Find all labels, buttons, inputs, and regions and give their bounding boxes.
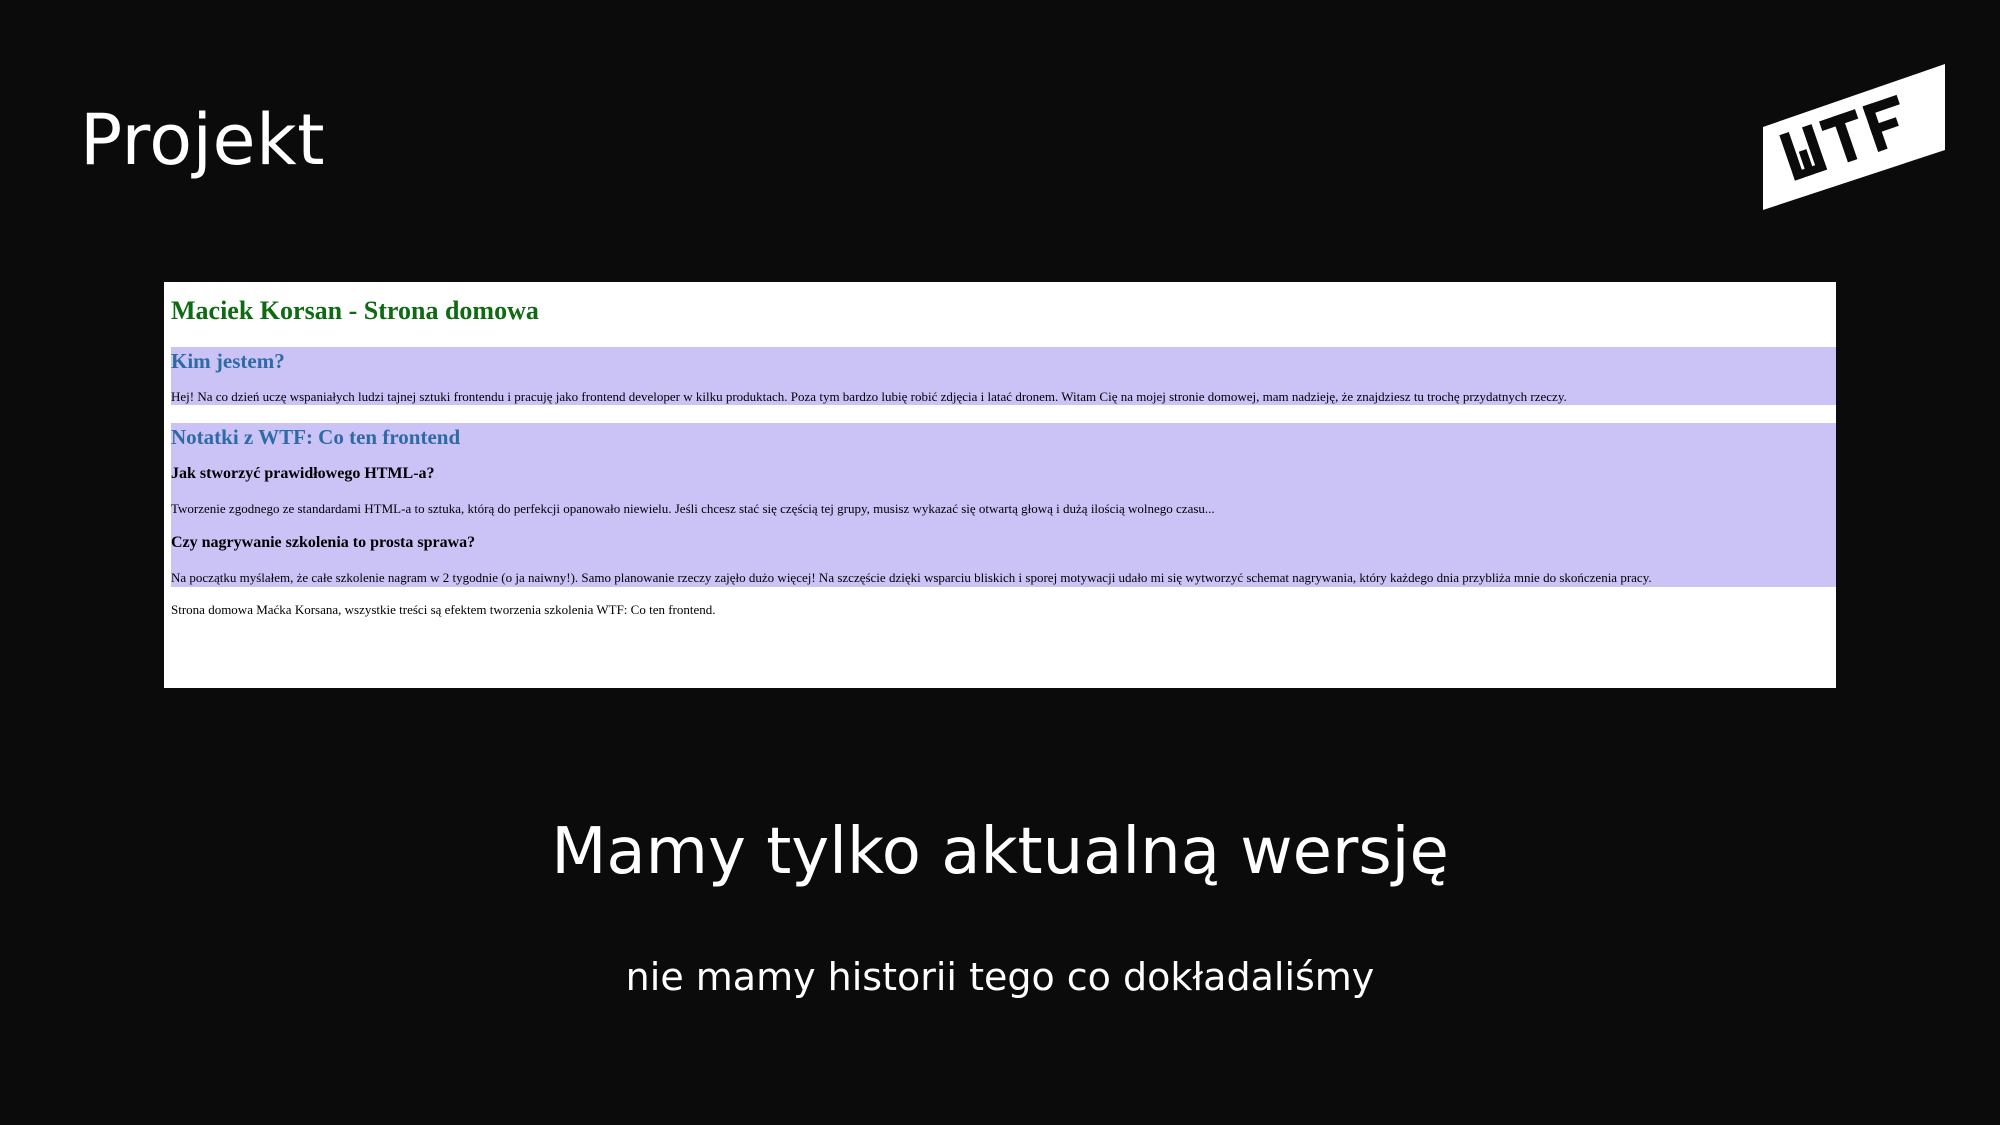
slide: Projekt Maciek Korsan - Strona domowa Ki… <box>0 0 2000 1125</box>
wtf-logo-icon <box>1763 64 1945 210</box>
note-2-heading: Czy nagrywanie szkolenia to prosta spraw… <box>171 534 476 551</box>
slide-title: Projekt <box>80 99 326 181</box>
note-1-heading: Jak stworzyć prawidłowego HTML-a? <box>171 465 435 482</box>
note-2-text: Na początku myślałem, że całe szkolenie … <box>171 570 1652 585</box>
note-1-text: Tworzenie zgodnego ze standardami HTML-a… <box>171 501 1215 516</box>
notes-section: Notatki z WTF: Co ten frontend Jak stwor… <box>171 423 1836 587</box>
embedded-page-title: Maciek Korsan - Strona domowa <box>171 296 539 325</box>
subline: nie mamy historii tego co dokładaliśmy <box>625 955 1375 999</box>
wtf-logo <box>1755 60 1955 220</box>
headline: Mamy tylko aktualną wersję <box>551 815 1449 889</box>
embedded-webpage-screenshot: Maciek Korsan - Strona domowa Kim jestem… <box>164 282 1836 688</box>
about-section: Kim jestem? Hej! Na co dzień uczę wspani… <box>171 347 1836 405</box>
about-heading: Kim jestem? <box>171 349 285 373</box>
embedded-footer: Strona domowa Maćka Korsana, wszystkie t… <box>171 602 716 617</box>
notes-heading: Notatki z WTF: Co ten frontend <box>171 425 461 449</box>
about-text: Hej! Na co dzień uczę wspaniałych ludzi … <box>171 389 1567 404</box>
